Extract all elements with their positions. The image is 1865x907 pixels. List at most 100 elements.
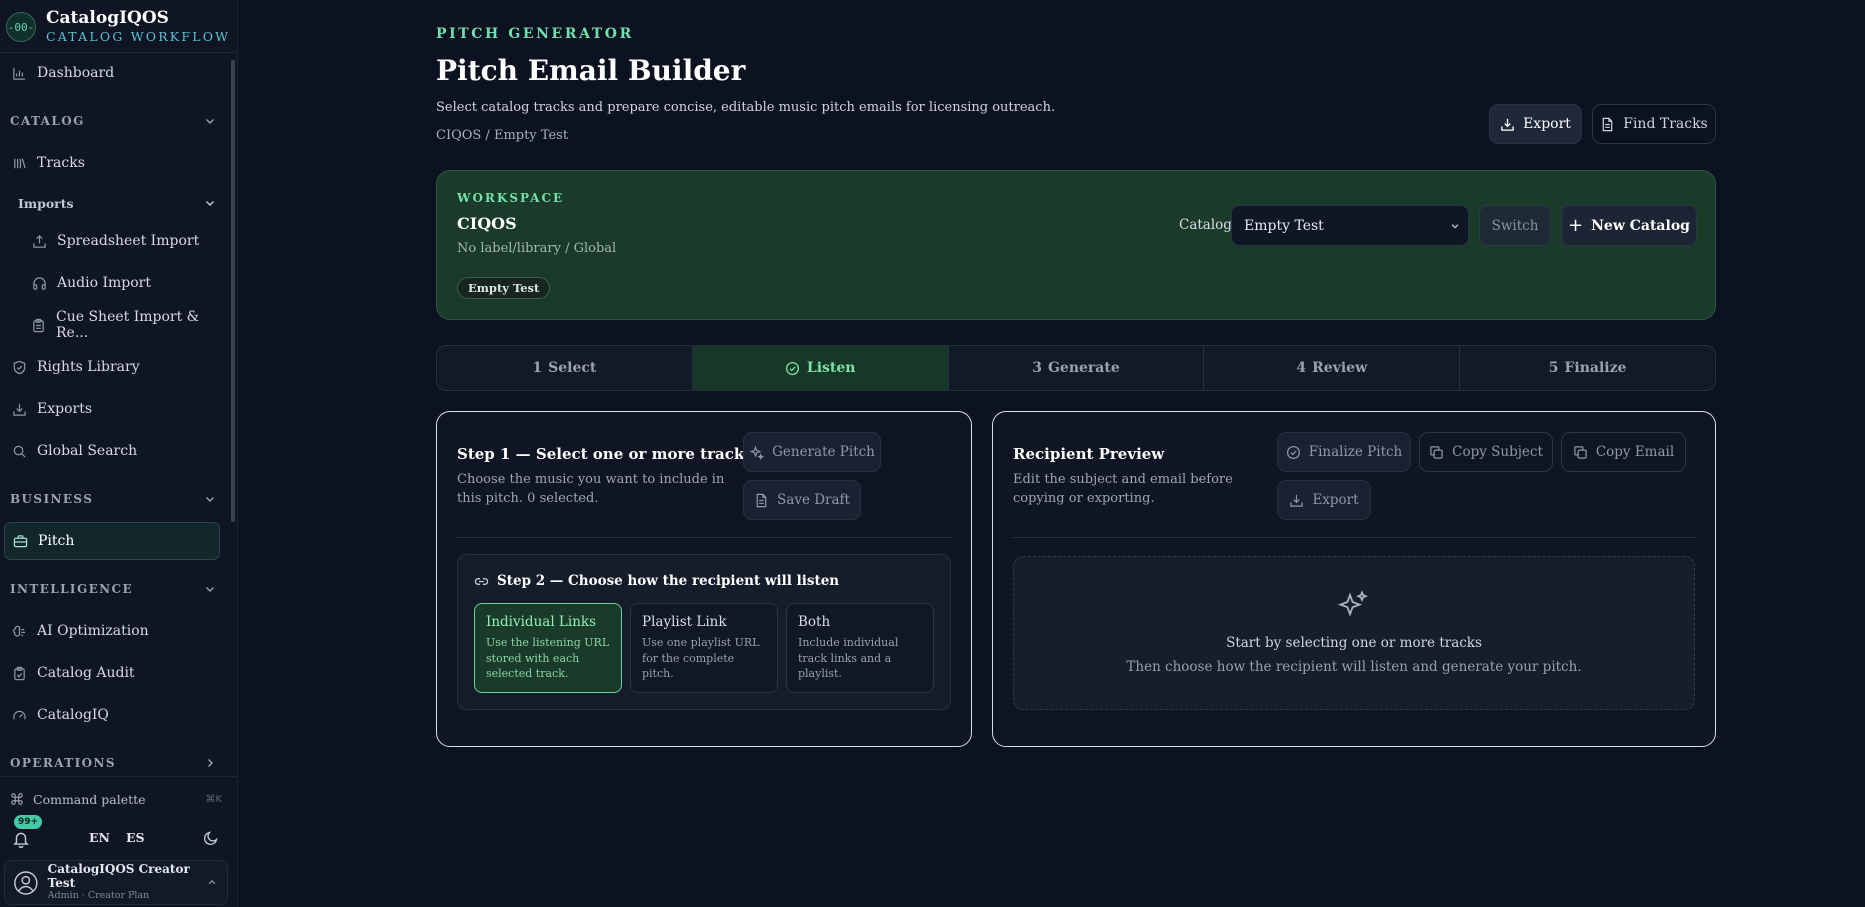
generate-pitch-label: Generate Pitch — [772, 444, 875, 460]
sidebar-item-label: Tracks — [37, 155, 85, 171]
command-shortcut: ⌘K — [205, 793, 222, 805]
page-description: Select catalog tracks and prepare concis… — [436, 100, 1056, 115]
clipboard-check-icon — [11, 665, 27, 681]
section-label: CATALOG — [10, 114, 85, 128]
find-tracks-button[interactable]: Find Tracks — [1592, 104, 1716, 144]
section-label: BUSINESS — [10, 492, 94, 506]
brand-subtitle: CATALOG WORKFLOW — [46, 29, 231, 45]
sidebar-item-label: Catalog Audit — [37, 665, 135, 681]
copy-icon — [1573, 445, 1588, 460]
export-button[interactable]: Export — [1489, 104, 1582, 144]
chevron-down-icon — [206, 587, 214, 592]
card-title: Recipient Preview — [1013, 445, 1165, 463]
breadcrumb: CIQOS / Empty Test — [436, 128, 569, 143]
section-catalog[interactable]: CATALOG — [10, 110, 216, 132]
gauge-icon — [11, 707, 27, 723]
step-review[interactable]: 4 Review — [1204, 346, 1461, 390]
brand[interactable]: -00- CatalogIQOS CATALOG WORKFLOW — [6, 6, 230, 48]
catalog-chip: Empty Test — [457, 277, 551, 299]
notification-badge: 99+ — [14, 815, 43, 829]
sidebar-item-label: Spreadsheet Import — [57, 233, 200, 249]
recipient-preview-card: Recipient Preview Edit the subject and e… — [992, 411, 1716, 747]
option-title: Both — [798, 614, 831, 630]
catalog-select-label: Catalog — [1179, 217, 1232, 233]
user-avatar-icon — [14, 870, 38, 895]
option-title: Playlist Link — [642, 614, 727, 630]
sidebar-item-ai-optimization[interactable]: AI Optimization — [8, 613, 220, 649]
step-generate[interactable]: 3 Generate — [949, 346, 1205, 390]
copy-email-button[interactable]: Copy Email — [1561, 432, 1686, 472]
step-listen[interactable]: Listen — [692, 346, 949, 390]
generate-pitch-button[interactable]: Generate Pitch — [743, 432, 881, 472]
workspace-label: WORKSPACE — [457, 191, 565, 205]
sidebar-scrollbar[interactable] — [231, 60, 235, 522]
option-both[interactable]: Both Include individual track links and … — [786, 603, 934, 693]
clipboard-icon — [31, 317, 46, 333]
divider — [457, 537, 951, 538]
section-operations[interactable]: OPERATIONS — [10, 752, 216, 774]
export-label: Export — [1523, 116, 1571, 132]
new-catalog-button[interactable]: + New Catalog — [1561, 205, 1697, 246]
step-select[interactable]: 1 Select — [437, 346, 693, 390]
sidebar-item-catalog-audit[interactable]: Catalog Audit — [8, 655, 220, 691]
copy-subject-label: Copy Subject — [1452, 444, 1543, 460]
briefcase-icon — [12, 533, 28, 549]
chevron-down-icon — [206, 201, 214, 206]
check-circle-icon — [1286, 445, 1301, 460]
step-label: Select — [548, 360, 597, 376]
document-icon — [754, 493, 769, 508]
bell-icon[interactable] — [12, 830, 30, 848]
sidebar-item-pitch[interactable]: Pitch — [4, 522, 220, 560]
catalog-select[interactable]: Empty Test — [1231, 205, 1469, 246]
sidebar-item-label: Audio Import — [57, 275, 151, 291]
save-draft-button[interactable]: Save Draft — [743, 480, 861, 520]
sidebar-item-cue-sheet-import[interactable]: Cue Sheet Import & Re... — [28, 307, 220, 343]
sidebar-item-dashboard[interactable]: Dashboard — [8, 55, 220, 91]
sidebar-item-spreadsheet-import[interactable]: Spreadsheet Import — [28, 223, 220, 259]
copy-subject-button[interactable]: Copy Subject — [1419, 432, 1553, 472]
sparkles-icon — [1337, 590, 1369, 617]
sidebar-item-tracks[interactable]: Tracks — [8, 145, 220, 181]
option-description: Include individual track links and a pla… — [798, 636, 899, 680]
find-tracks-label: Find Tracks — [1623, 116, 1708, 132]
finalize-pitch-button[interactable]: Finalize Pitch — [1277, 432, 1411, 472]
divider — [1013, 537, 1695, 538]
step-finalize[interactable]: 5 Finalize — [1460, 346, 1715, 390]
user-menu[interactable]: CatalogIQOS Creator Test Admin · Creator… — [4, 860, 228, 905]
language-es-button[interactable]: ES — [126, 830, 145, 845]
language-en-button[interactable]: EN — [89, 830, 110, 845]
workspace-panel: WORKSPACE CIQOS No label/library / Globa… — [436, 170, 1716, 320]
listen-heading: Step 2 — Choose how the recipient will l… — [474, 573, 839, 589]
option-title: Individual Links — [486, 614, 597, 630]
option-description: Use the listening URL stored with each s… — [486, 636, 610, 680]
sidebar-item-label: Global Search — [37, 443, 138, 459]
step-number: 5 — [1548, 360, 1559, 376]
command-palette-label: Command palette — [33, 791, 146, 807]
command-palette-button[interactable]: Command palette ⌘K — [10, 788, 222, 810]
option-playlist-link[interactable]: Playlist Link Use one playlist URL for t… — [630, 603, 778, 693]
catalog-select-value: Empty Test — [1244, 217, 1324, 234]
switch-button[interactable]: Switch — [1479, 205, 1551, 246]
sidebar-item-global-search[interactable]: Global Search — [8, 433, 220, 469]
copy-icon — [1429, 445, 1444, 460]
shield-icon — [11, 359, 27, 375]
sidebar-item-catalogiq[interactable]: CatalogIQ — [8, 697, 220, 733]
sidebar-item-exports[interactable]: Exports — [8, 391, 220, 427]
sidebar-item-audio-import[interactable]: Audio Import — [28, 265, 220, 301]
subsection-imports[interactable]: Imports — [18, 192, 216, 214]
option-individual-links[interactable]: Individual Links Use the listening URL s… — [474, 603, 622, 693]
brain-icon — [11, 623, 27, 639]
step-label: Finalize — [1564, 360, 1627, 376]
step-label: Listen — [806, 360, 856, 376]
section-intelligence[interactable]: INTELLIGENCE — [10, 578, 216, 600]
link-icon — [474, 577, 489, 585]
card-description: Choose the music you want to include in … — [457, 472, 725, 506]
option-description: Use one playlist URL for the complete pi… — [642, 636, 760, 680]
sidebar-item-rights-library[interactable]: Rights Library — [8, 349, 220, 385]
sparkles-icon — [749, 445, 765, 460]
moon-icon[interactable] — [203, 830, 219, 846]
export-label: Export — [1312, 492, 1359, 508]
export-button[interactable]: Export — [1277, 480, 1371, 520]
section-business[interactable]: BUSINESS — [10, 488, 216, 510]
workspace-name: CIQOS — [457, 214, 517, 233]
